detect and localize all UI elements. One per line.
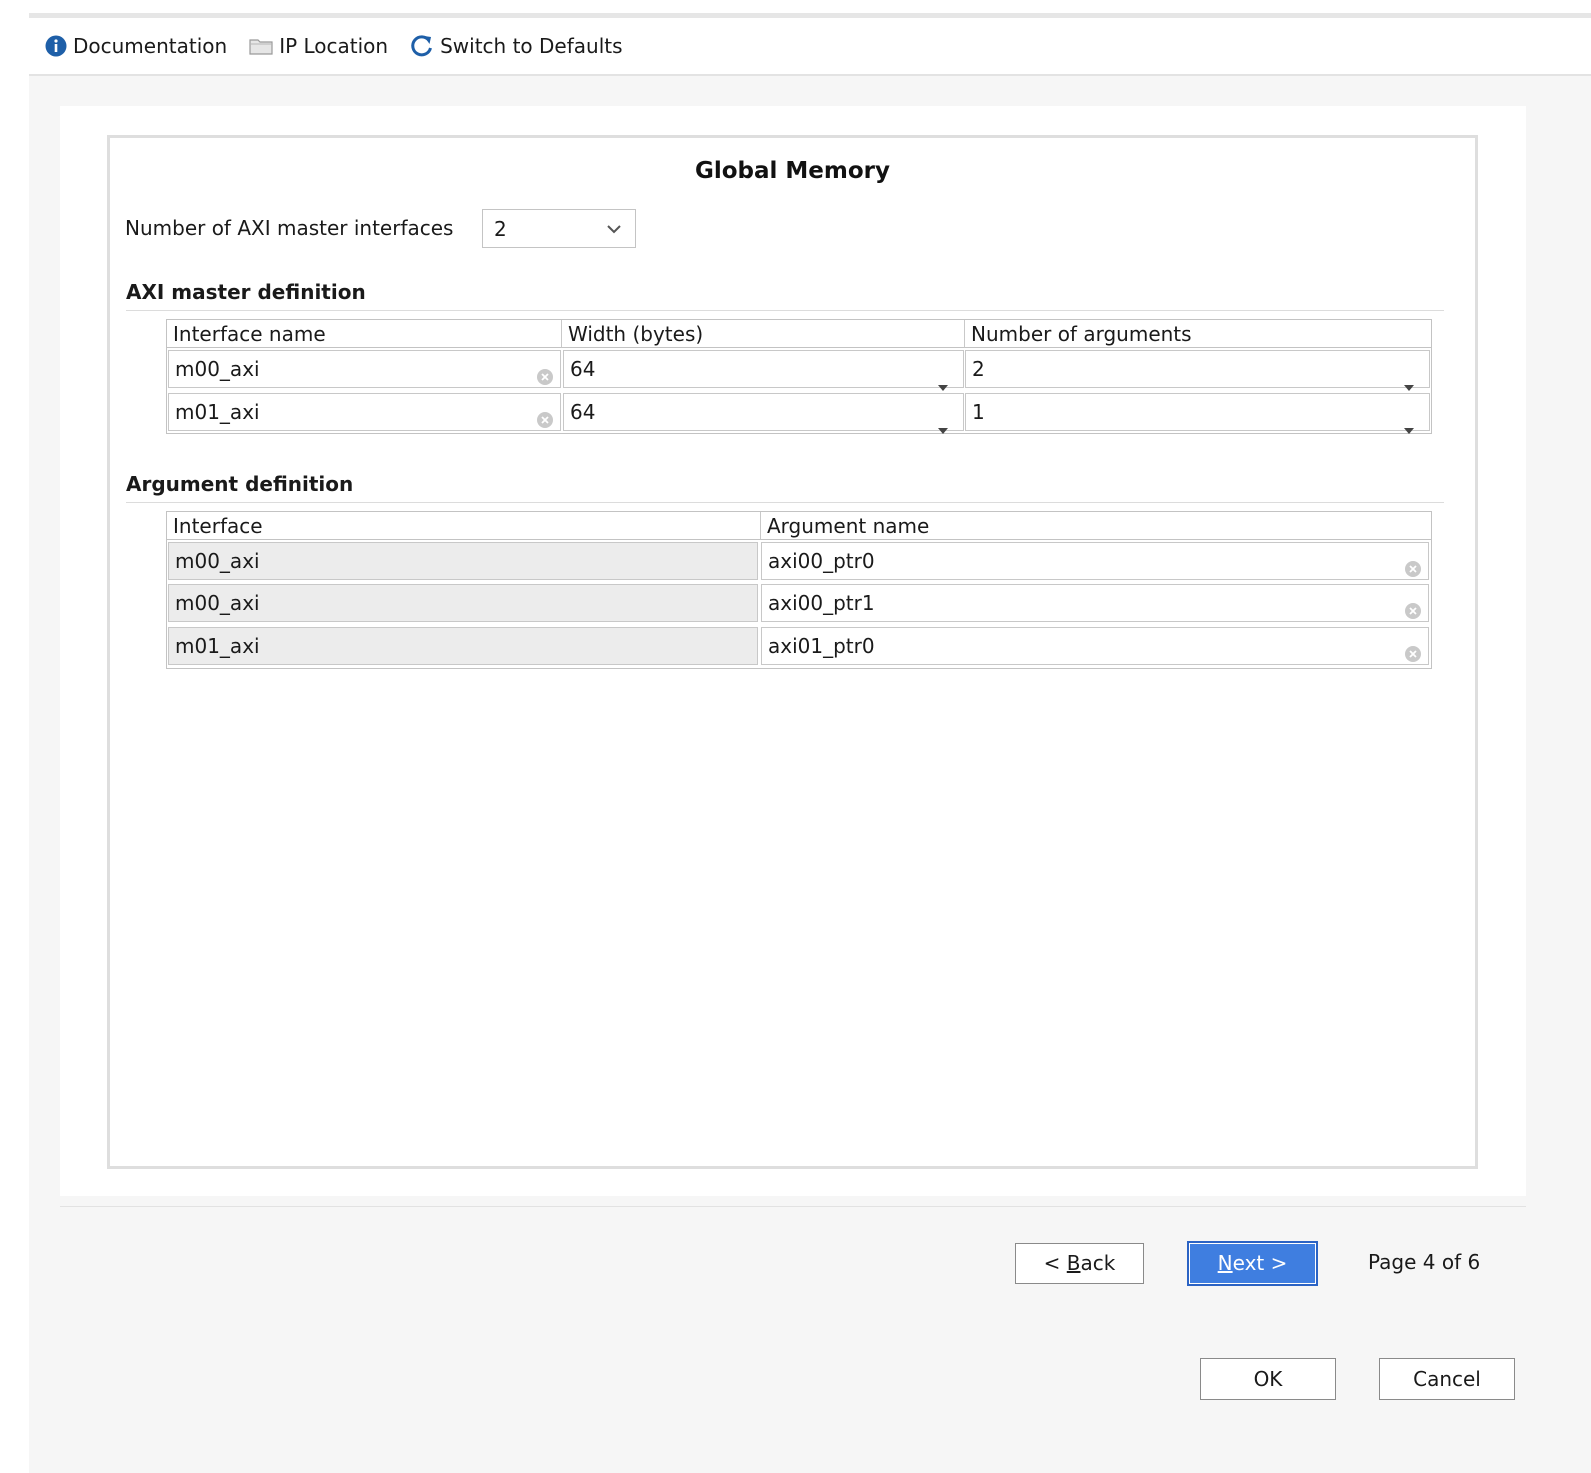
- argument-table: Interface Argument name m00_axi axi00_pt…: [166, 511, 1432, 669]
- num-args-dropdown[interactable]: 2: [965, 350, 1430, 391]
- clear-icon[interactable]: [1404, 638, 1422, 674]
- caret-down-icon: [937, 410, 949, 446]
- caret-down-icon: [1403, 410, 1415, 446]
- column-header-width: Width (bytes): [562, 320, 965, 348]
- next-rest: ext >: [1232, 1251, 1288, 1275]
- width-value: 64: [570, 400, 596, 424]
- axi-master-heading: AXI master definition: [126, 280, 366, 304]
- interface-name-field[interactable]: m01_axi: [168, 393, 561, 431]
- info-icon: [45, 35, 67, 57]
- switch-to-defaults-label: Switch to Defaults: [440, 34, 623, 58]
- ip-location-label: IP Location: [279, 34, 389, 58]
- cancel-button[interactable]: Cancel: [1379, 1358, 1515, 1400]
- back-rest: ack: [1080, 1251, 1116, 1275]
- next-button[interactable]: Next >: [1187, 1241, 1318, 1286]
- interface-name-value: m01_axi: [175, 400, 260, 424]
- column-header-num-args: Number of arguments: [965, 320, 1431, 348]
- column-header-argument-name: Argument name: [761, 512, 1431, 540]
- width-value: 64: [570, 357, 596, 381]
- interface-name-value: m00_axi: [175, 357, 260, 381]
- argument-name-field[interactable]: axi01_ptr0: [761, 627, 1429, 665]
- interface-cell: m00_axi: [168, 542, 758, 580]
- column-header-interface: Interface: [167, 512, 761, 540]
- documentation-button[interactable]: Documentation: [45, 34, 227, 58]
- ip-location-button[interactable]: IP Location: [249, 34, 388, 58]
- argument-definition-rule: [126, 502, 1444, 503]
- switch-to-defaults-button[interactable]: Switch to Defaults: [410, 34, 623, 58]
- back-mnemonic: B: [1066, 1251, 1081, 1275]
- argument-name-field[interactable]: axi00_ptr0: [761, 542, 1429, 580]
- axi-master-rule: [126, 310, 1444, 311]
- num-args-value: 2: [972, 357, 985, 381]
- num-interfaces-select[interactable]: 2: [482, 209, 636, 248]
- interface-value: m00_axi: [175, 591, 260, 615]
- num-args-dropdown[interactable]: 1: [965, 393, 1430, 434]
- global-memory-panel: Global Memory Number of AXI master inter…: [107, 135, 1478, 1169]
- argument-name-value: axi01_ptr0: [768, 634, 875, 658]
- interface-value: m01_axi: [175, 634, 260, 658]
- argument-name-value: axi00_ptr1: [768, 591, 875, 615]
- clear-icon[interactable]: [536, 361, 554, 397]
- clear-icon[interactable]: [536, 404, 554, 440]
- folder-icon: [249, 36, 273, 56]
- interface-cell: m01_axi: [168, 627, 758, 665]
- documentation-label: Documentation: [73, 34, 228, 58]
- interface-cell: m00_axi: [168, 584, 758, 622]
- refresh-icon: [410, 34, 434, 58]
- page-indicator: Page 4 of 6: [1368, 1250, 1481, 1274]
- num-interfaces-value: 2: [494, 216, 507, 241]
- interface-name-field[interactable]: m00_axi: [168, 350, 561, 388]
- interface-value: m00_axi: [175, 549, 260, 573]
- toolbar: Documentation IP Location Switch to Defa…: [29, 18, 1591, 76]
- chevron-down-icon: [605, 219, 623, 243]
- footer-separator: [60, 1206, 1526, 1207]
- argument-name-value: axi00_ptr0: [768, 549, 875, 573]
- argument-definition-heading: Argument definition: [126, 472, 354, 496]
- back-prefix: <: [1043, 1251, 1067, 1275]
- argument-name-field[interactable]: axi00_ptr1: [761, 584, 1429, 622]
- back-button[interactable]: < Back: [1015, 1243, 1144, 1284]
- num-args-value: 1: [972, 400, 985, 424]
- width-dropdown[interactable]: 64: [563, 393, 964, 434]
- panel-title: Global Memory: [694, 158, 891, 184]
- ok-button[interactable]: OK: [1200, 1358, 1336, 1400]
- num-interfaces-label: Number of AXI master interfaces: [125, 216, 454, 240]
- column-header-interface-name: Interface name: [167, 320, 562, 348]
- width-dropdown[interactable]: 64: [563, 350, 964, 391]
- axi-master-table: Interface name Width (bytes) Number of a…: [166, 319, 1432, 434]
- next-mnemonic: N: [1217, 1251, 1233, 1275]
- clear-icon[interactable]: [1404, 595, 1422, 631]
